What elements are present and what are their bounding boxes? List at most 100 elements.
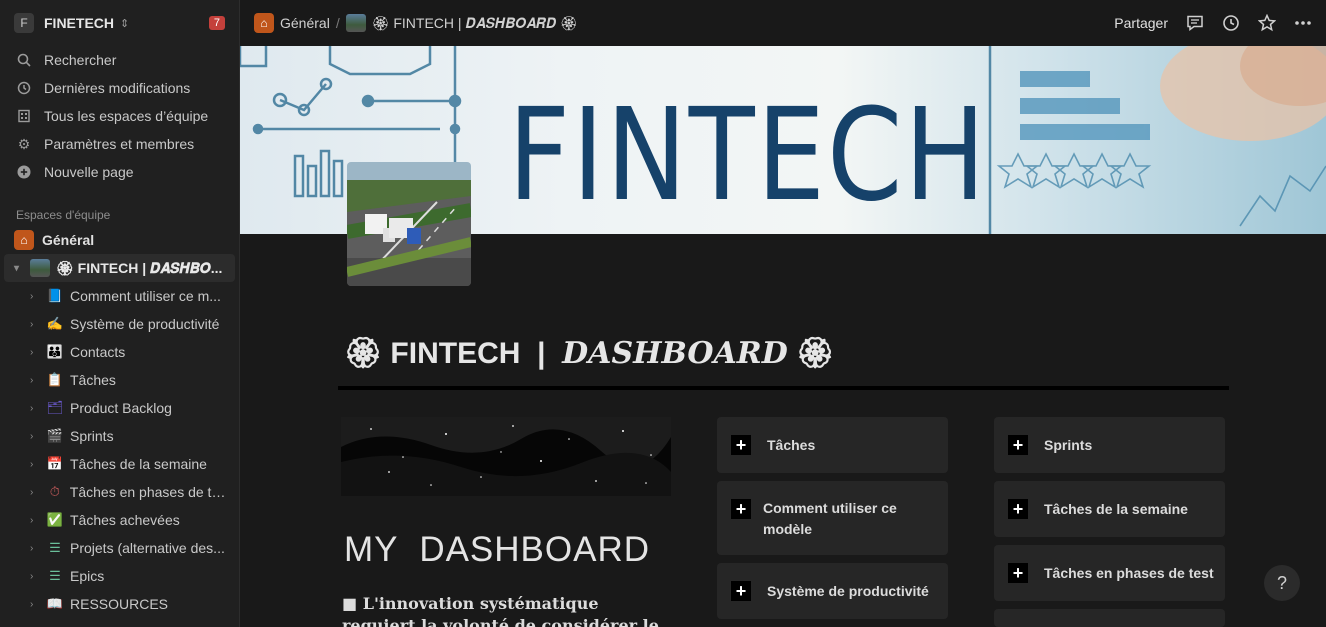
topbar: ⌂ Général / 🏵 FINTECH | 𝑫𝑨𝑺𝑯𝑩𝑶𝑨𝑹𝑫 🏵 Part… (240, 0, 1326, 46)
link-card-taches-semaine[interactable]: + Tâches de la semaine (994, 481, 1225, 537)
plus-icon: + (1008, 563, 1028, 583)
page-title-text: 🏵 FINTECH | (344, 337, 563, 370)
page-icon[interactable] (347, 162, 471, 286)
sidebar-item-label: Tâches achevées (70, 512, 180, 528)
sidebar-page-item[interactable]: › ☰ Epics (0, 562, 239, 590)
page-thumbnail (345, 14, 366, 32)
nav-label: Rechercher (44, 52, 117, 68)
sidebar-item-label: Product Backlog (70, 400, 172, 416)
share-button[interactable]: Partager (1114, 15, 1168, 31)
quote-text: ■ L'innovation systématique requiert la … (342, 594, 659, 627)
page-emoji-icon: ✍ (46, 316, 64, 331)
nav-all-teamspaces[interactable]: Tous les espaces d’équipe (0, 102, 239, 130)
chevron-right-icon[interactable]: › (30, 543, 44, 554)
sidebar-page-item[interactable]: › 📖 RESSOURCES (0, 590, 239, 618)
workspace-name: FINETECH (44, 15, 114, 31)
card-label: Tâches (767, 436, 816, 453)
nav-new-page[interactable]: Nouvelle page (0, 158, 239, 186)
card-label: Comment utiliser ce modèle (763, 500, 897, 537)
card-label: Tâches en phases de test (1044, 564, 1214, 581)
plus-icon: + (731, 581, 751, 601)
nav-label: Tous les espaces d’équipe (44, 108, 209, 124)
link-card-sprints[interactable]: + Sprints (994, 417, 1225, 473)
workspace-switcher[interactable]: F FINETECH ⇕ 7 (0, 0, 239, 46)
nav-label: Dernières modifications (44, 80, 191, 96)
sidebar-page-item[interactable]: › ✅ Tâches achevées (0, 506, 239, 534)
page-emoji-icon: 📅 (46, 456, 64, 471)
sidebar-page-item[interactable]: › 👪 Contacts (0, 338, 239, 366)
page-title-script: DASHBOARD (562, 336, 788, 371)
plus-icon: + (731, 499, 751, 519)
sidebar-item-label: Tâches de la semaine (70, 456, 207, 472)
link-card-taches-phases-test[interactable]: + Tâches en phases de test (994, 545, 1225, 601)
chevron-right-icon[interactable]: › (30, 459, 44, 470)
chevron-right-icon[interactable]: › (30, 431, 44, 442)
home-icon: ⌂ (254, 13, 274, 33)
page-emoji-icon: ☰ (49, 568, 61, 583)
chevron-right-icon[interactable]: › (30, 403, 44, 414)
nav-label: Paramètres et membres (44, 136, 195, 152)
help-button[interactable]: ? (1264, 565, 1300, 601)
sidebar: F FINETECH ⇕ 7 Rechercher Dernières modi… (0, 0, 240, 627)
breadcrumb-general[interactable]: Général (280, 15, 330, 31)
nav-settings[interactable]: ⚙ Paramètres et membres (0, 130, 239, 158)
truck-highway-image (347, 162, 471, 286)
chevron-right-icon[interactable]: › (30, 571, 44, 582)
chevron-right-icon[interactable]: › (30, 347, 44, 358)
sidebar-item-label: Sprints (70, 428, 114, 444)
plus-icon: + (1008, 435, 1028, 455)
nav-recent-changes[interactable]: Dernières modifications (0, 74, 239, 102)
clock-icon (16, 80, 32, 96)
link-card-taches[interactable]: + Tâches (717, 417, 948, 473)
teamspaces-section-label: Espaces d'équipe (16, 208, 111, 222)
chevron-right-icon[interactable]: › (30, 515, 44, 526)
sidebar-page-item[interactable]: › 📘 Comment utiliser ce m... (0, 282, 239, 310)
link-card-systeme-productivite[interactable]: + Système de productivité (717, 563, 948, 619)
page-emoji-icon: 🗂 (46, 400, 64, 415)
gear-icon: ⚙ (17, 135, 31, 152)
nav-search[interactable]: Rechercher (0, 46, 239, 74)
star-icon[interactable] (1258, 14, 1276, 32)
breadcrumb-page[interactable]: 🏵 FINTECH | 𝑫𝑨𝑺𝑯𝑩𝑶𝑨𝑹𝑫 🏵 (372, 15, 578, 32)
breadcrumb: ⌂ Général / 🏵 FINTECH | 𝑫𝑨𝑺𝑯𝑩𝑶𝑨𝑹𝑫 🏵 (254, 13, 578, 33)
search-icon (16, 52, 32, 68)
sidebar-page-item[interactable]: › 📅 Tâches de la semaine (0, 450, 239, 478)
chevron-right-icon[interactable]: › (30, 291, 44, 302)
page-emoji-icon: 🎬 (46, 428, 64, 443)
home-icon: ⌂ (14, 230, 34, 250)
chevron-right-icon[interactable]: › (30, 375, 44, 386)
sidebar-item-general[interactable]: ⌂ Général (0, 226, 239, 254)
plus-icon: + (1008, 499, 1028, 519)
page-emoji-icon: 📘 (46, 288, 64, 303)
plus-circle-icon (16, 164, 32, 180)
page-emoji-icon: 📖 (46, 596, 64, 611)
sidebar-item-label: Général (42, 232, 95, 248)
chevron-right-icon[interactable]: › (30, 599, 44, 610)
link-card-partial[interactable] (994, 609, 1225, 627)
nav-label: Nouvelle page (44, 164, 134, 180)
sidebar-page-item[interactable]: › ✍ Système de productivité (0, 310, 239, 338)
sidebar-page-item[interactable]: › ☰ Projets (alternative des... (0, 534, 239, 562)
sidebar-page-item[interactable]: › 📋 Tâches (0, 366, 239, 394)
page-thumbnail (30, 259, 50, 277)
sidebar-item-fintech-dashboard[interactable]: ▾ 🏵 FINTECH | 𝑫𝑨𝑺𝑯𝑩𝑶... (4, 254, 235, 282)
link-card-comment-utiliser[interactable]: + Comment utiliser ce modèle (717, 481, 948, 555)
building-icon (16, 108, 32, 124)
chevron-right-icon[interactable]: › (30, 319, 44, 330)
history-clock-icon[interactable] (1222, 14, 1240, 32)
notification-badge: 7 (208, 16, 225, 30)
page-title[interactable]: 🏵 FINTECH | DASHBOARD 🏵 (344, 336, 834, 371)
plus-icon: + (731, 435, 751, 455)
chevron-down-icon[interactable]: ▾ (14, 263, 28, 274)
sidebar-page-item[interactable]: › ⏱ Tâches en phases de test (0, 478, 239, 506)
sidebar-page-item[interactable]: › 🗂 Product Backlog (0, 394, 239, 422)
card-label: Sprints (1044, 436, 1093, 453)
page-emoji-icon: 📋 (46, 372, 64, 387)
more-options-icon[interactable] (1294, 14, 1312, 32)
sidebar-page-item[interactable]: › 🎬 Sprints (0, 422, 239, 450)
page-title-end: 🏵 (787, 337, 835, 370)
sidebar-item-label: RESSOURCES (70, 596, 169, 612)
sidebar-item-label: Projets (alternative des... (70, 540, 225, 556)
comment-icon[interactable] (1186, 14, 1204, 32)
chevron-right-icon[interactable]: › (30, 487, 44, 498)
